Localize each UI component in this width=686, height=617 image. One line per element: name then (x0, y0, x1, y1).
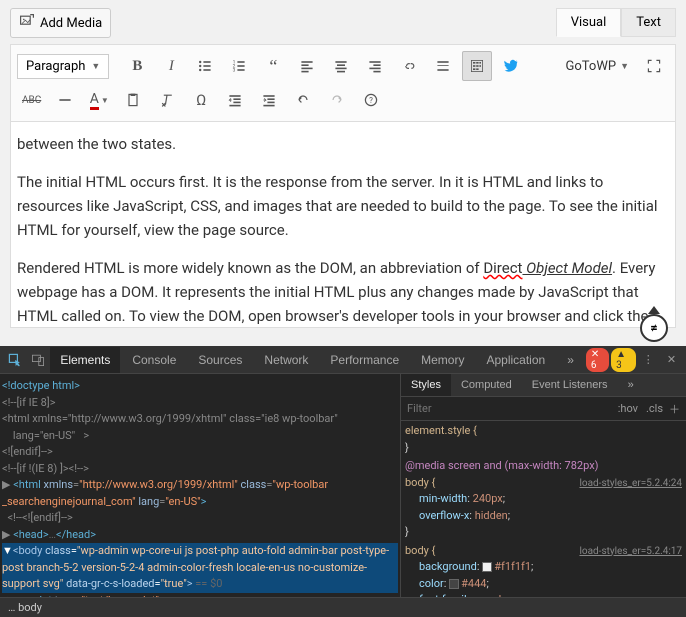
blockquote-button[interactable]: “ (258, 51, 288, 81)
tabs-overflow[interactable]: » (557, 347, 584, 373)
tab-event-listeners[interactable]: Event Listeners (522, 374, 618, 396)
align-center-button[interactable] (326, 51, 356, 81)
devtools-menu-icon[interactable]: ⋮ (638, 348, 659, 372)
tab-visual[interactable]: Visual (556, 8, 622, 37)
clear-formatting-button[interactable] (152, 85, 182, 115)
outdent-button[interactable] (220, 85, 250, 115)
tab-text[interactable]: Text (621, 8, 676, 37)
cls-toggle[interactable]: .cls (646, 402, 663, 415)
dom-breadcrumb[interactable]: … body (0, 597, 686, 617)
link-button[interactable] (394, 51, 424, 81)
paste-text-button[interactable] (118, 85, 148, 115)
tab-application[interactable]: Application (476, 347, 555, 373)
content-paragraph: between the two states. (17, 132, 669, 156)
align-left-button[interactable] (292, 51, 322, 81)
devtools-close-icon[interactable]: ✕ (661, 348, 682, 372)
special-char-button[interactable]: Ω (186, 85, 216, 115)
insert-more-button[interactable] (428, 51, 458, 81)
source-link[interactable]: load-styles_er=5.2.4:17 (579, 544, 682, 559)
content-paragraph: Rendered HTML is more widely known as th… (17, 256, 669, 328)
hov-toggle[interactable]: :hov (618, 402, 638, 415)
indent-button[interactable] (254, 85, 284, 115)
tab-network[interactable]: Network (254, 347, 318, 373)
tab-performance[interactable]: Performance (320, 347, 409, 373)
chevron-down-icon: ▼ (101, 96, 109, 105)
toolbar-toggle-button[interactable] (462, 51, 492, 81)
source-link[interactable]: load-styles_er=5.2.4:24 (579, 476, 682, 491)
extension-badge-hat (640, 306, 668, 314)
fullscreen-button[interactable] (639, 51, 669, 81)
block-format-select[interactable]: Paragraph ▼ (17, 54, 109, 79)
editor-mode-tabs: Visual Text (556, 8, 676, 37)
devtools-panel: Elements Console Sources Network Perform… (0, 346, 686, 617)
css-rules[interactable]: element.style {} @media screen and (max-… (401, 421, 686, 597)
twitter-button[interactable] (496, 51, 526, 81)
tab-memory[interactable]: Memory (411, 347, 474, 373)
hr-button[interactable] (50, 85, 80, 115)
tab-console[interactable]: Console (122, 347, 186, 373)
tab-styles[interactable]: Styles (401, 374, 451, 396)
inspect-icon[interactable] (4, 348, 25, 372)
extension-badge[interactable] (640, 314, 668, 342)
editor-toolbar: Paragraph ▼ B I 123 “ GoToWP ▼ ABC A ▼ Ω… (10, 44, 676, 122)
tab-computed[interactable]: Computed (451, 374, 522, 396)
error-warning-counts[interactable]: ✕ 6 ▲ 3 (586, 348, 636, 372)
chevron-down-icon: ▼ (91, 61, 100, 72)
add-media-button[interactable]: Add Media (10, 8, 111, 38)
tab-elements[interactable]: Elements (50, 347, 120, 373)
bold-button[interactable]: B (122, 51, 152, 81)
strikethrough-button[interactable]: ABC (17, 85, 46, 115)
media-icon (19, 13, 35, 33)
chevron-down-icon: ▼ (620, 61, 629, 72)
content-paragraph: The initial HTML occurs first. It is the… (17, 170, 669, 242)
align-right-button[interactable] (360, 51, 390, 81)
svg-text:3: 3 (233, 68, 236, 74)
editor-content[interactable]: between the two states. The initial HTML… (10, 122, 676, 328)
text-color-button[interactable]: A ▼ (84, 85, 114, 115)
bullet-list-button[interactable] (190, 51, 220, 81)
selected-dom-node[interactable]: ▼<body class="wp-admin wp-core-ui js pos… (2, 543, 398, 593)
tab-sources[interactable]: Sources (188, 347, 252, 373)
dom-tree[interactable]: <!doctype html> <!--[if IE 8]> <html xml… (0, 374, 400, 597)
devtools-tabs: Elements Console Sources Network Perform… (0, 346, 686, 374)
svg-text:?: ? (369, 96, 373, 105)
numbered-list-button[interactable]: 123 (224, 51, 254, 81)
help-button[interactable]: ? (356, 85, 386, 115)
undo-button[interactable] (288, 85, 318, 115)
device-icon[interactable] (27, 348, 48, 372)
italic-button[interactable]: I (156, 51, 186, 81)
styles-pane: Styles Computed Event Listeners » :hov .… (400, 374, 686, 597)
redo-button[interactable] (322, 85, 352, 115)
spellcheck-error[interactable]: Direct (483, 259, 522, 277)
styles-filter-input[interactable] (407, 402, 618, 415)
add-media-label: Add Media (40, 16, 102, 31)
tabs-overflow[interactable]: » (618, 374, 644, 396)
new-style-rule-button[interactable]: ＋ (669, 401, 680, 417)
gotowp-button[interactable]: GoToWP ▼ (560, 59, 635, 74)
